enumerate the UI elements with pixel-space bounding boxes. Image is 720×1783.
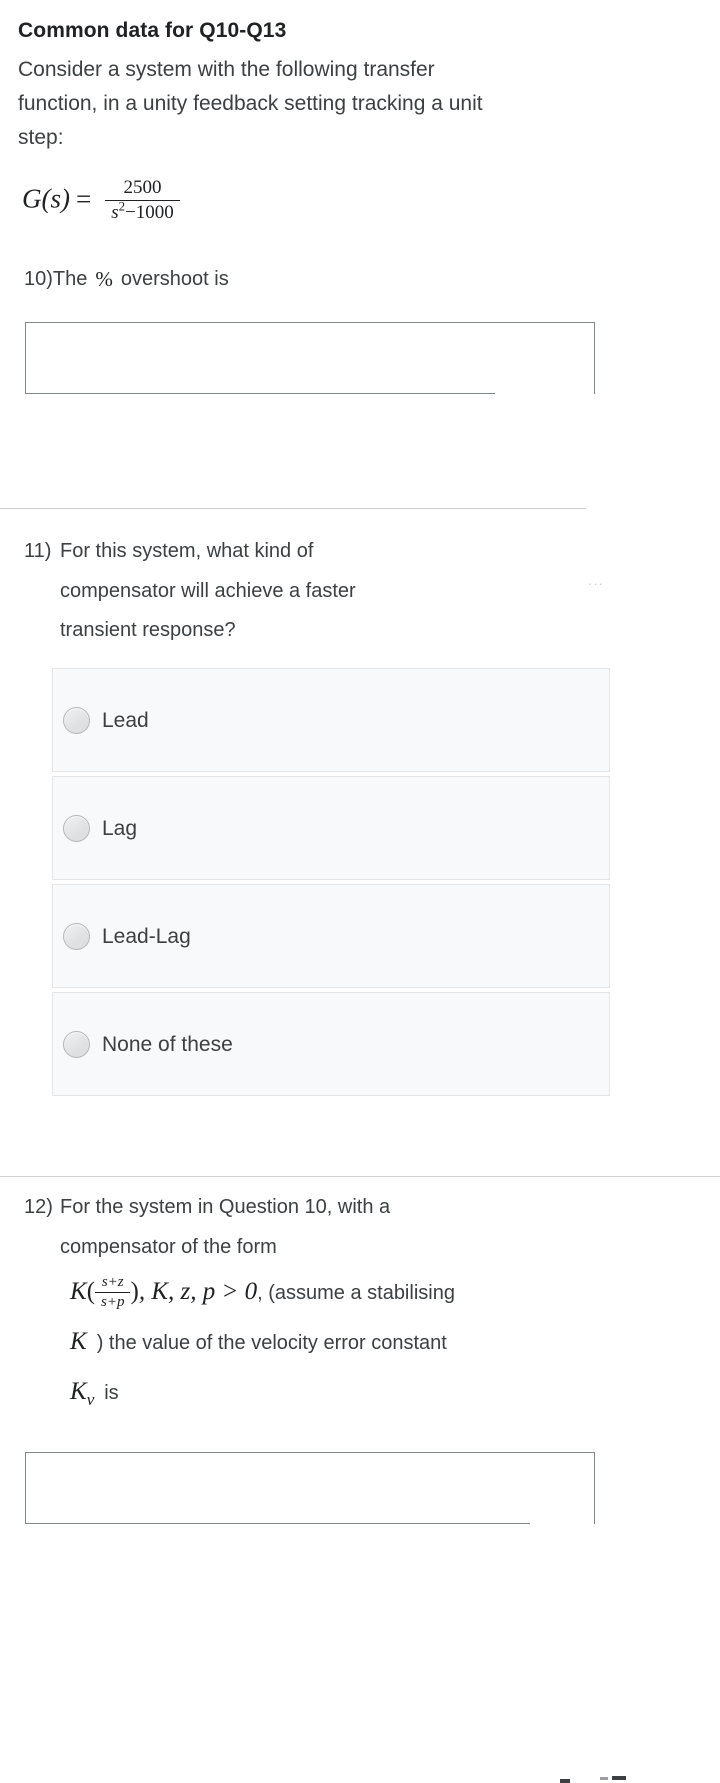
question-12-text-line-2: compensator of the form [60, 1235, 277, 1258]
question-10-text-after: overshoot is [120, 268, 229, 290]
radio-button-icon[interactable] [63, 922, 90, 950]
question-12-compensator-formula: K( s+z s+p ), K, z, p > 0, (assume a sta… [24, 1267, 708, 1317]
question-11-options-list: Lead Lag Lead-Lag None of these [52, 668, 610, 1100]
formula-numerator: 2500 [105, 177, 180, 201]
question-12-text-line-1: For the system in Question 10, with a [60, 1196, 391, 1218]
transfer-function-formula: G(s) = 2500 s2−1000 [22, 177, 180, 225]
question-11-line-3: transient response? [24, 611, 708, 651]
question-12-text-line-5: is [104, 1382, 119, 1405]
compensator-fraction-denominator: s+p [101, 1294, 125, 1311]
section-divider-2 [0, 1176, 720, 1177]
common-data-title: Common data for Q10-Q13 [18, 19, 287, 42]
option-label: None of these [102, 1032, 233, 1056]
question-11-line-1: 11) For this system, what kind of [24, 532, 708, 572]
radio-button-icon[interactable] [63, 706, 90, 734]
option-label: Lead [102, 708, 149, 732]
option-row-lead[interactable]: Lead [52, 668, 610, 772]
percent-symbol: % [95, 267, 113, 291]
kv-subscript: v [86, 1390, 95, 1410]
option-row-lead-lag[interactable]: Lead-Lag [52, 884, 610, 988]
formula-fraction: 2500 s2−1000 [105, 177, 180, 224]
question-11-line-2: compensator will achieve a faster [24, 572, 708, 612]
question-11-block: 11) For this system, what kind of compens… [24, 532, 708, 651]
question-11-text-line-3: transient response? [60, 619, 236, 642]
question-10-text: 10)The% overshoot is [24, 258, 708, 300]
question-10-number: 10) [24, 268, 53, 290]
common-data-text: Consider a system with the following tra… [18, 53, 702, 155]
question-12-text-line-4: ) the value of the velocity error consta… [96, 1332, 447, 1355]
question-12-line-4: K ) the value of the velocity error const… [24, 1317, 708, 1367]
formula-lhs: G(s) [22, 183, 70, 214]
formula-denominator: s2−1000 [105, 200, 180, 224]
velocity-error-constant-symbol: Kv [70, 1378, 94, 1408]
question-10-text-before: The [52, 268, 88, 290]
question-12-number: 12) [24, 1196, 53, 1218]
question-11-number: 11) [24, 540, 52, 562]
common-text-line-3: step: [18, 126, 64, 150]
stabilising-k-symbol: K [70, 1328, 87, 1356]
formula-equals: = [76, 183, 92, 214]
common-data-block: Common data for Q10-Q13 Consider a syste… [18, 18, 702, 155]
radio-button-icon[interactable] [63, 1030, 90, 1058]
quiz-page: Common data for Q10-Q13 Consider a syste… [0, 0, 720, 1783]
question-12-line-2: compensator of the form [24, 1228, 708, 1268]
common-text-line-2: function, in a unity feedback setting tr… [18, 92, 483, 116]
formula-denominator-rest: −1000 [125, 201, 174, 223]
question-12-line-5: Kv is [24, 1367, 708, 1417]
option-row-none-of-these[interactable]: None of these [52, 992, 610, 1096]
compensator-tail-text: , (assume a stabilising [257, 1282, 455, 1305]
question-10-block: 10)The% overshoot is [24, 258, 708, 300]
section-divider-1 [0, 508, 586, 509]
radio-button-icon[interactable] [63, 814, 90, 842]
option-label: Lag [102, 816, 138, 840]
compensator-open-paren: ( [86, 1278, 96, 1306]
option-label: Lead-Lag [102, 924, 191, 948]
compensator-close-paren: ) [130, 1278, 139, 1306]
question-12-block: 12) For the system in Question 10, with a… [24, 1188, 708, 1417]
compensator-fraction-numerator: s+z [95, 1274, 131, 1294]
common-text-line-1: Consider a system with the following tra… [18, 58, 435, 82]
question-12-answer-input[interactable] [24, 1452, 595, 1525]
kv-base: K [70, 1378, 87, 1406]
compensator-conditions: , K, z, p > 0 [138, 1278, 258, 1306]
compensator-fraction: s+z s+p [95, 1274, 131, 1312]
formula-denominator-base: s [111, 201, 119, 223]
compensator-k: K [70, 1278, 87, 1306]
question-11-side-marker[interactable]: ··· [588, 576, 604, 591]
clipped-content-artifact [560, 1779, 570, 1783]
clipped-content-artifact [612, 1776, 626, 1780]
option-row-lag[interactable]: Lag [52, 776, 610, 880]
question-11-text-line-2: compensator will achieve a faster [60, 579, 356, 602]
question-10-answer-input[interactable] [24, 322, 595, 395]
clipped-content-artifact [600, 1777, 608, 1780]
question-11-text-line-1: For this system, what kind of [60, 540, 314, 562]
question-12-line-1: 12) For the system in Question 10, with a [24, 1188, 708, 1228]
